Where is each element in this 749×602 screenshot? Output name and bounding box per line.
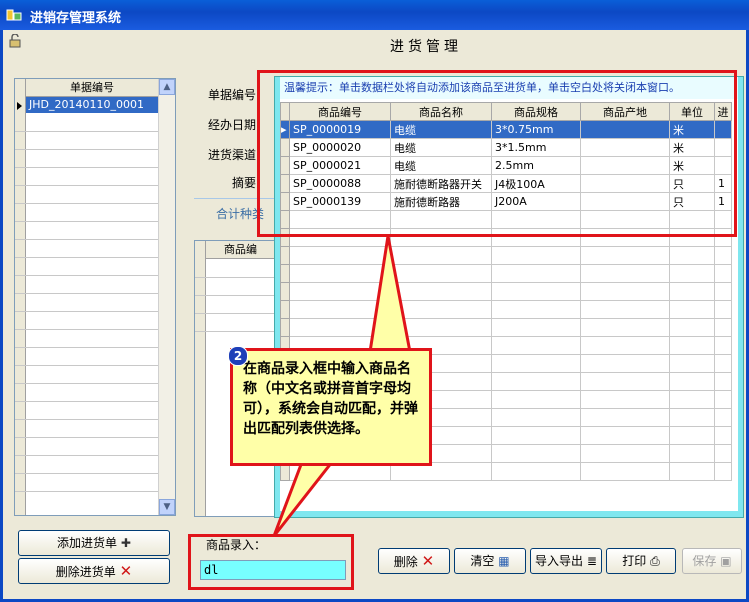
red-x-icon: ✕ — [119, 562, 133, 580]
highlight-frame-entry — [188, 534, 354, 590]
delete-label: 删除 — [393, 555, 418, 569]
doc-list-scrollbar[interactable]: ▲ ▼ — [158, 79, 175, 515]
clear-label: 清空 — [470, 554, 495, 568]
doc-list-header[interactable]: 单据编号 — [26, 79, 158, 97]
delete-button[interactable]: 删除 ✕ — [378, 548, 450, 574]
delete-doc-button[interactable]: 删除进货单 ✕ — [18, 558, 170, 584]
save-label: 保存 — [692, 554, 717, 568]
import-export-button[interactable]: 导入导出 ≣ — [530, 548, 602, 574]
current-row-arrow-icon — [17, 102, 22, 110]
clear-icon: ▦ — [498, 554, 510, 568]
app-icon — [6, 9, 22, 21]
title-bar: 进销存管理系统 — [0, 0, 749, 30]
clear-button[interactable]: 清空 ▦ — [454, 548, 526, 574]
doc-list-row[interactable]: JHD_20140110_0001 — [26, 97, 158, 113]
lock-icon[interactable] — [8, 34, 22, 48]
print-label: 打印 — [622, 554, 647, 568]
add-doc-button[interactable]: 添加进货单 ✚ — [18, 530, 170, 556]
step-badge: 2 — [228, 346, 248, 366]
plus-icon: ✚ — [120, 536, 131, 550]
print-button[interactable]: 打印 ⎙ — [606, 548, 676, 574]
import-export-label: 导入导出 — [535, 554, 584, 568]
save-button[interactable]: 保存 ▣ — [682, 548, 742, 574]
doc-number: JHD_20140110_0001 — [29, 98, 144, 111]
window-title: 进销存管理系统 — [30, 11, 122, 26]
row-indicator-column — [15, 79, 26, 515]
tip-callout: 在商品录入框中输入商品名称（中文名或拼音首字母均可），系统会自动匹配，并弹出匹配… — [230, 348, 432, 466]
save-icon: ▣ — [720, 554, 732, 568]
row-indicator-column — [195, 241, 206, 516]
doc-list[interactable]: 单据编号 JHD_20140110_0001 ▲ ▼ — [14, 78, 176, 516]
scroll-up-icon[interactable]: ▲ — [159, 79, 175, 95]
highlight-frame-popup — [257, 70, 737, 237]
red-x-icon: ✕ — [421, 552, 435, 570]
import-export-icon: ≣ — [586, 554, 597, 568]
scroll-down-icon[interactable]: ▼ — [159, 499, 175, 515]
delete-doc-label: 删除进货单 — [55, 565, 116, 579]
add-doc-label: 添加进货单 — [57, 536, 118, 550]
printer-icon: ⎙ — [650, 554, 660, 568]
total-label: 合计种类 — [215, 207, 264, 221]
callout-text: 在商品录入框中输入商品名称（中文名或拼音首字母均可），系统会自动匹配，并弹出匹配… — [243, 361, 418, 437]
page-title: 进货管理 — [390, 39, 462, 55]
